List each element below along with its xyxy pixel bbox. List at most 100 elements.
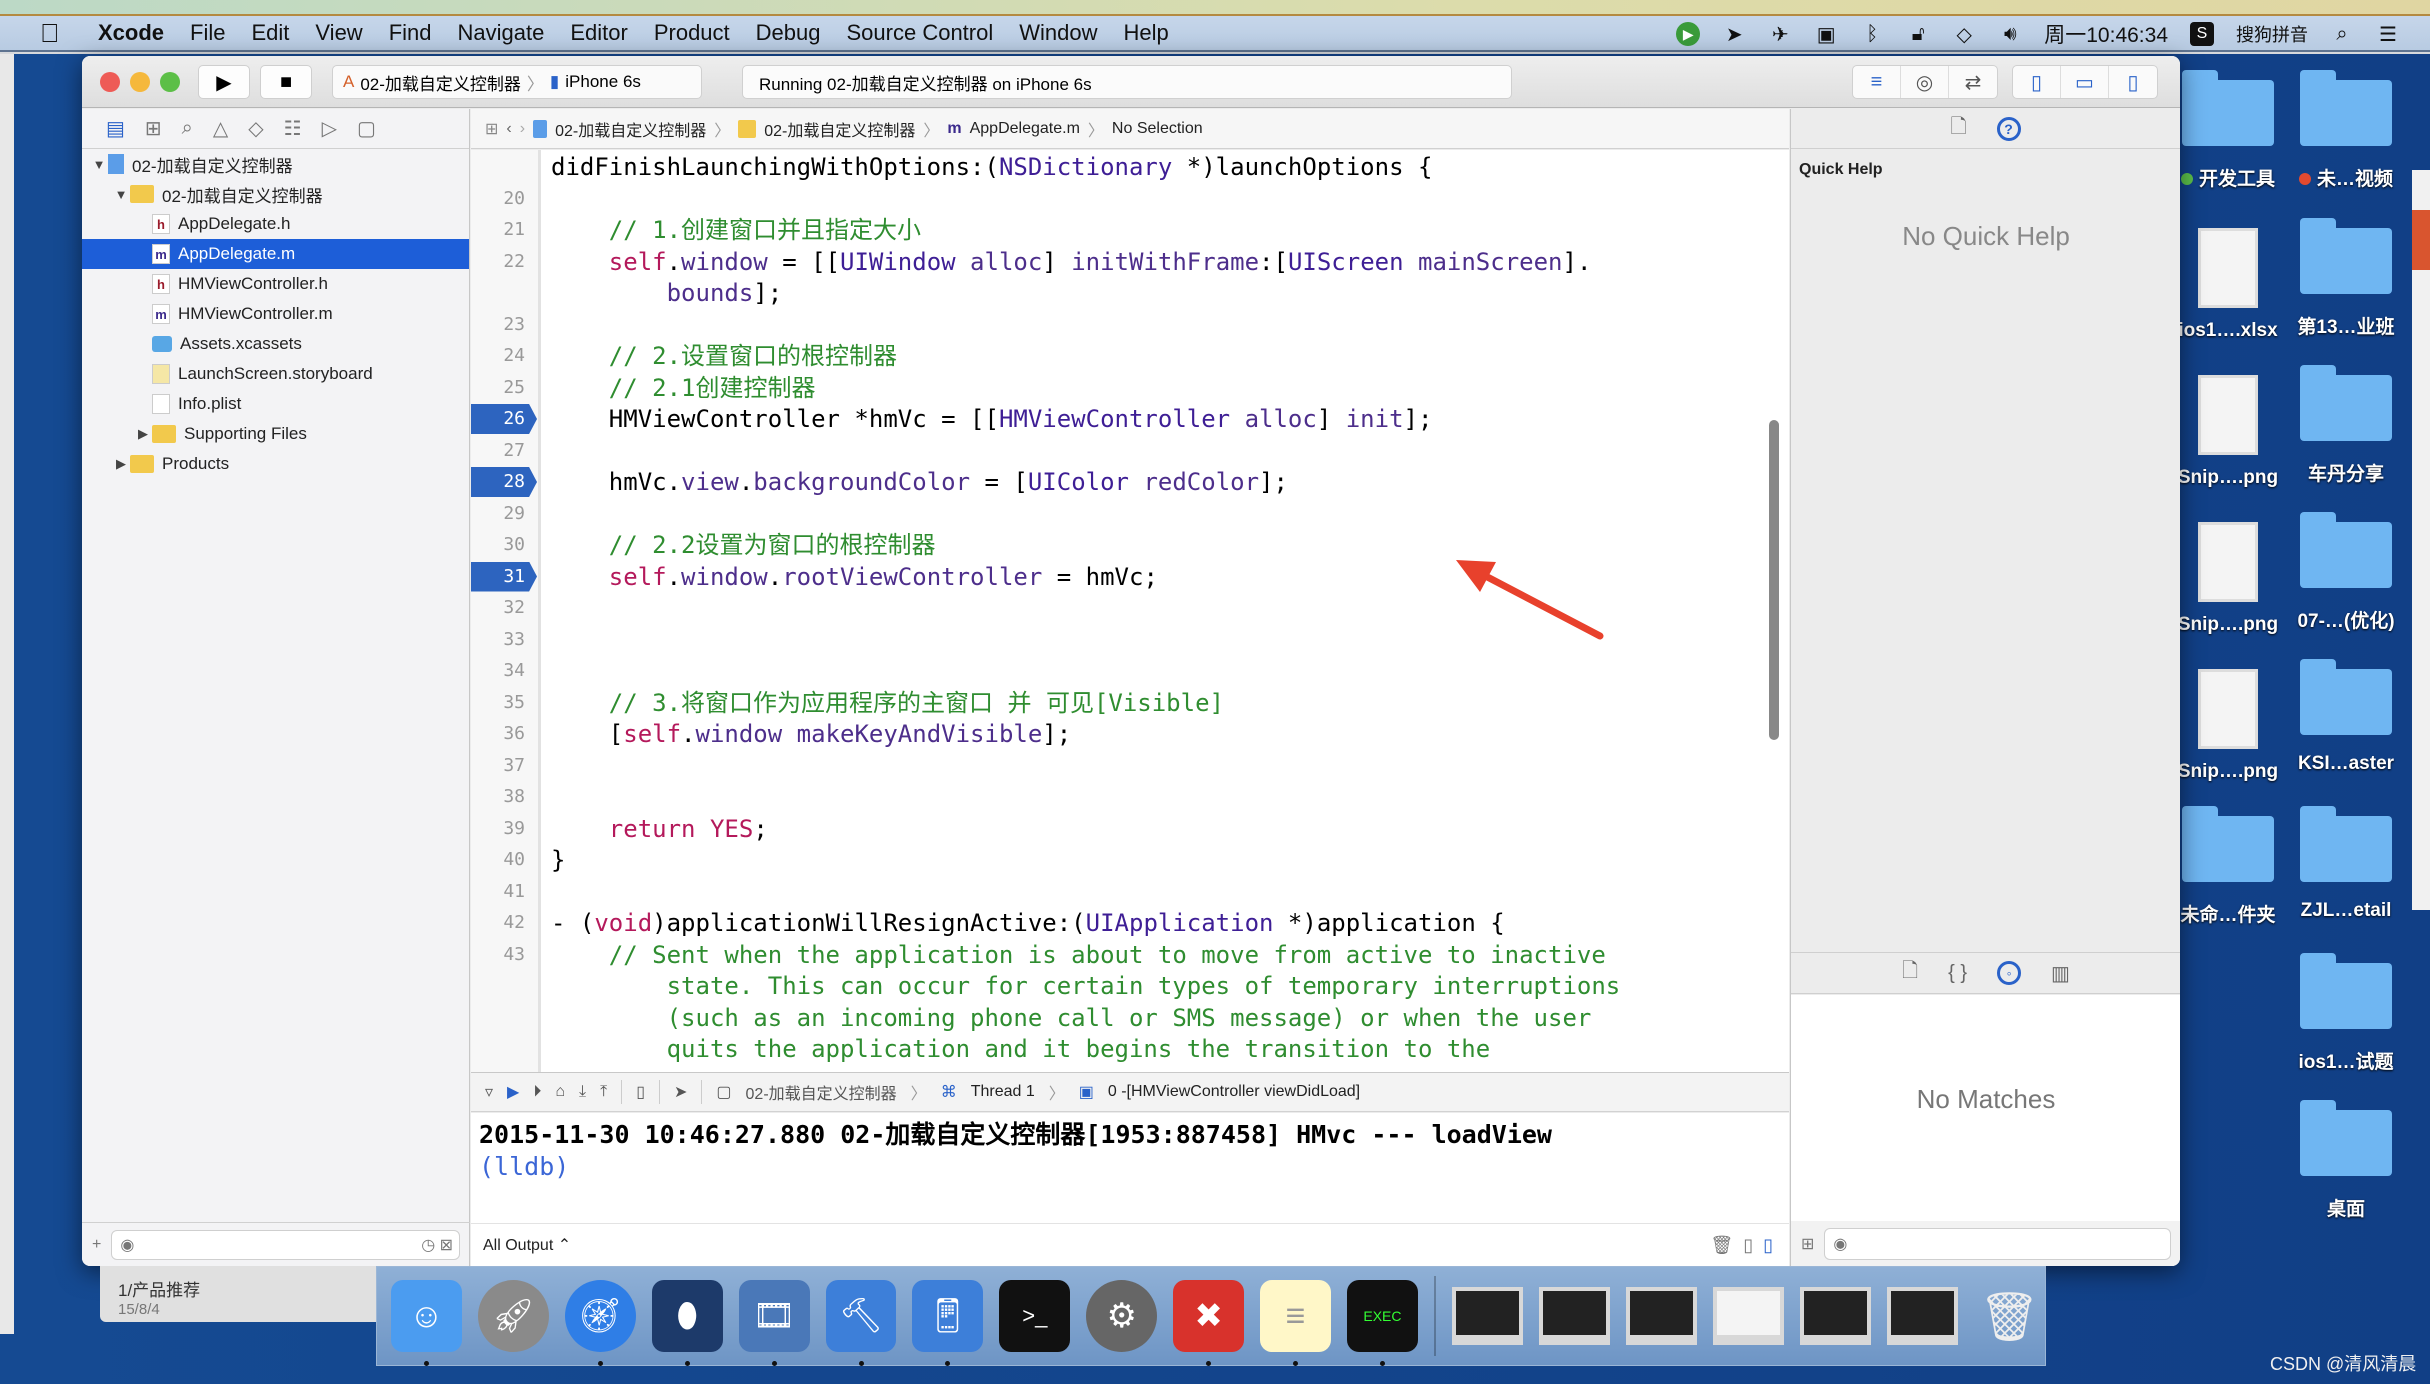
object-library-icon[interactable]: ◦ xyxy=(1997,961,2022,985)
dock-minimized-window[interactable] xyxy=(1887,1287,1959,1345)
test-navigator-icon[interactable]: ◇ xyxy=(248,116,263,141)
editor-scrollbar[interactable] xyxy=(1769,420,1779,740)
line-number[interactable]: 33 xyxy=(471,625,537,655)
line-number[interactable]: 38 xyxy=(471,782,537,812)
file-tree-item[interactable]: Info.plist xyxy=(82,389,469,419)
step-over-icon[interactable]: ⌂ xyxy=(555,1083,565,1101)
file-tree-item[interactable]: ▶ Supporting Files xyxy=(82,419,469,449)
simulate-location-icon[interactable]: ➤ xyxy=(674,1082,687,1102)
breadcrumb-group[interactable]: 02-加载自定义控制器 xyxy=(764,117,915,141)
line-number[interactable]: 24 xyxy=(471,341,537,371)
wifi-icon[interactable]: ◇ xyxy=(1952,22,1976,46)
menu-file[interactable]: File xyxy=(190,20,225,46)
dock-minimized-window[interactable] xyxy=(1799,1287,1871,1345)
apple-menu-icon[interactable]:  xyxy=(40,18,66,49)
line-number[interactable]: 32 xyxy=(471,593,537,623)
stop-button[interactable]: ■ xyxy=(260,65,312,99)
media-library-icon[interactable]: ▥ xyxy=(2051,961,2070,986)
toggle-debug-area-icon[interactable]: ▭ xyxy=(2061,66,2109,98)
toggle-navigator-icon[interactable]: ▯ xyxy=(2013,66,2061,98)
file-tree-item[interactable]: ▼ 02-加载自定义控制器 xyxy=(82,149,469,179)
dock-safari[interactable]: 🧭︎ xyxy=(564,1280,636,1366)
line-number[interactable]: 37 xyxy=(471,751,537,781)
continue-icon[interactable]: ⏵ xyxy=(533,1083,541,1101)
file-tree-item[interactable]: h AppDelegate.h xyxy=(82,209,469,239)
symbol-navigator-icon[interactable]: ⊞ xyxy=(145,116,162,141)
dock-mouse-app[interactable]: ⬮ xyxy=(651,1280,723,1366)
back-button[interactable]: ‹ xyxy=(506,120,511,138)
desktop-icon[interactable]: 开发工具 xyxy=(2168,70,2288,191)
standard-editor-icon[interactable]: ≡ xyxy=(1853,66,1901,98)
code-snippet-library-icon[interactable]: { } xyxy=(1948,962,1967,985)
file-tree-item[interactable]: m HMViewController.m xyxy=(82,299,469,329)
breakpoints-toggle-icon[interactable]: ▶ xyxy=(507,1082,519,1102)
library-filter-input[interactable]: ◉ xyxy=(1824,1227,2171,1260)
disclosure-triangle-icon[interactable]: ▼ xyxy=(112,187,130,202)
desktop-icon[interactable]: 桌面 xyxy=(2286,1100,2406,1221)
dock-launchpad[interactable]: 🚀︎ xyxy=(477,1280,549,1352)
input-method-icon[interactable]: S xyxy=(2190,22,2214,46)
breakpoint-marker[interactable]: 26 xyxy=(471,404,537,434)
plane-icon[interactable]: ✈ xyxy=(1768,22,1792,46)
file-tree-item[interactable]: m AppDelegate.m xyxy=(82,239,469,269)
file-template-library-icon[interactable]: 🗋︎ xyxy=(1902,956,1918,990)
menu-source-control[interactable]: Source Control xyxy=(847,20,994,46)
line-number[interactable]: 36 xyxy=(471,719,537,749)
issue-navigator-icon[interactable]: △ xyxy=(213,116,228,141)
desktop-icon[interactable]: Snip….png xyxy=(2168,522,2288,636)
line-number[interactable]: 25 xyxy=(471,373,537,403)
project-navigator-icon[interactable]: ▤ xyxy=(106,116,125,141)
line-number[interactable]: 29 xyxy=(471,499,537,529)
desktop-icon[interactable]: Snip….png xyxy=(2168,375,2288,489)
menu-help[interactable]: Help xyxy=(1124,20,1169,46)
lock-icon[interactable]: 🔓︎ xyxy=(1906,22,1930,46)
line-number[interactable]: 30 xyxy=(471,530,537,560)
dock-minimized-window[interactable] xyxy=(1712,1287,1784,1345)
dock-notes[interactable]: ≡ xyxy=(1260,1280,1331,1366)
breadcrumb-project[interactable]: 02-加载自定义控制器 xyxy=(555,117,706,141)
line-number[interactable]: 41 xyxy=(471,877,537,907)
line-number[interactable]: 40 xyxy=(471,845,537,875)
disclosure-triangle-icon[interactable]: ▶ xyxy=(134,426,152,442)
hide-debug-area-icon[interactable]: ▿ xyxy=(485,1082,493,1102)
quick-help-icon[interactable]: ? xyxy=(1996,116,2021,141)
debug-thread[interactable]: Thread 1 xyxy=(971,1083,1035,1101)
trash-icon[interactable]: 🗑︎ xyxy=(1710,1235,1733,1256)
step-into-icon[interactable]: ⤓ xyxy=(579,1083,586,1101)
clock[interactable]: 周一10:46:34 xyxy=(2044,19,2168,49)
line-number[interactable]: 20 xyxy=(471,184,537,214)
debug-navigator-icon[interactable]: ☷ xyxy=(284,116,302,141)
desktop-icon[interactable]: ZJL…etail xyxy=(2286,806,2406,922)
desktop-icon[interactable]: ios1….xlsx xyxy=(2168,228,2288,342)
recent-files-icon[interactable]: ◷ ⊠ xyxy=(421,1235,453,1255)
spotlight-search-icon[interactable]: ⌕ xyxy=(2330,22,2354,46)
desktop-icon[interactable]: Snip….png xyxy=(2168,669,2288,783)
dock-terminal[interactable]: >_ xyxy=(999,1280,1071,1352)
line-number[interactable]: 34 xyxy=(471,656,537,686)
desktop-icon[interactable]: ios1…试题 xyxy=(2286,953,2406,1074)
desktop-icon[interactable]: KSI…aster xyxy=(2286,659,2406,775)
dock-system-preferences[interactable]: ⚙ xyxy=(1086,1280,1158,1352)
dock-simulator[interactable]: 📱︎ xyxy=(912,1280,984,1366)
menu-find[interactable]: Find xyxy=(389,20,432,46)
console-view-toggle-icon[interactable]: ▯ xyxy=(1763,1235,1773,1256)
notification-center-icon[interactable]: ☰ xyxy=(2376,22,2400,46)
desktop-icon[interactable]: 07-…(优化) xyxy=(2286,512,2406,633)
line-number[interactable]: 23 xyxy=(471,310,537,340)
line-number[interactable]: 39 xyxy=(471,814,537,844)
step-out-icon[interactable]: ⤒ xyxy=(600,1083,607,1101)
menu-edit[interactable]: Edit xyxy=(251,20,289,46)
line-number[interactable]: 43 xyxy=(471,940,537,970)
file-tree-item[interactable]: ▼ 02-加载自定义控制器 xyxy=(82,179,469,209)
file-tree-item[interactable]: h HMViewController.h xyxy=(82,269,469,299)
minimize-window-button[interactable] xyxy=(130,72,150,92)
add-file-icon[interactable]: + xyxy=(92,1236,101,1254)
dock-minimized-window[interactable] xyxy=(1451,1287,1523,1345)
volume-icon[interactable]: 🔊︎ xyxy=(1998,22,2022,46)
output-filter-select[interactable]: All Output ⌃ xyxy=(483,1235,571,1255)
dock-xmind[interactable]: ✖ xyxy=(1173,1280,1245,1366)
dock-xcode[interactable]: 🔨︎ xyxy=(825,1280,897,1366)
breadcrumb-file[interactable]: AppDelegate.m xyxy=(970,120,1080,138)
report-navigator-icon[interactable]: ▢ xyxy=(357,116,376,141)
menu-view[interactable]: View xyxy=(315,20,362,46)
